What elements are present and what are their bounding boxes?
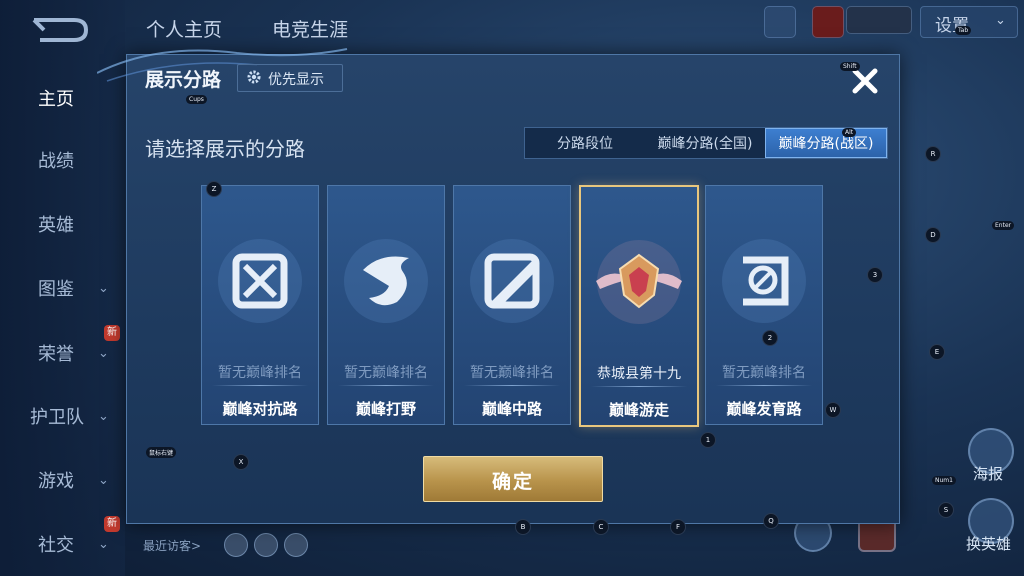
key-hint: R: [925, 146, 941, 162]
poster-label: 海报: [973, 465, 1004, 483]
rank-text: 暂无巅峰排名: [470, 365, 554, 381]
tab-peak-lane-region[interactable]: 巅峰分路(战区): [765, 128, 887, 158]
dragon-jungle-icon: [344, 239, 428, 323]
confirm-button[interactable]: 确定: [423, 456, 603, 502]
key-hint: Num1: [932, 476, 956, 485]
key-hint: Enter: [992, 221, 1015, 230]
chevron-down-icon: ⌄: [98, 536, 109, 552]
nav-item-heroes[interactable]: 英雄: [0, 204, 125, 244]
nav-label: 主页: [38, 89, 74, 110]
key-hint: D: [925, 227, 941, 243]
recent-visitors-link[interactable]: 最近访客>: [143, 537, 201, 554]
slash-mid-icon: [470, 239, 554, 323]
rank-text: 暂无巅峰排名: [722, 365, 806, 381]
key-hint: S: [938, 502, 954, 518]
divider: [338, 385, 434, 386]
lane-card-top[interactable]: 暂无巅峰排名 巅峰对抗路: [201, 185, 319, 425]
key-hint: 1: [700, 432, 716, 448]
nav-label: 社交: [38, 535, 74, 556]
key-hint: Cups: [186, 95, 207, 104]
sword-lane-icon: [218, 239, 302, 323]
priority-display-label: 优先显示: [268, 72, 324, 88]
vip-icon[interactable]: [812, 6, 844, 38]
lane-name: 巅峰中路: [481, 400, 542, 418]
key-hint: Alt: [842, 128, 857, 137]
priority-display-button[interactable]: 优先显示: [237, 64, 343, 92]
chevron-down-icon: ⌄: [98, 472, 109, 488]
nav-item-game[interactable]: 游戏 ⌄: [0, 460, 125, 500]
lane-name: 巅峰对抗路: [222, 400, 298, 418]
chevron-down-icon: ⌄: [995, 13, 1006, 28]
avatar[interactable]: [284, 533, 308, 557]
key-hint: E: [929, 344, 945, 360]
tab-profile[interactable]: 个人主页: [146, 15, 222, 42]
nav-item-guard-team[interactable]: 护卫队 ⌄: [0, 396, 125, 436]
gear-icon: [247, 70, 261, 84]
lane-name: 巅峰发育路: [726, 400, 802, 418]
key-hint: Q: [763, 513, 779, 529]
lane-card-jungle[interactable]: 暂无巅峰排名 巅峰打野: [327, 185, 445, 425]
key-hint: W: [825, 402, 841, 418]
profile-icon[interactable]: [764, 6, 796, 38]
change-hero-label: 换英雄: [966, 535, 1012, 553]
game-logo-icon: [32, 18, 89, 42]
lane-name: 巅峰打野: [355, 400, 416, 418]
nav-item-records[interactable]: 战绩: [0, 140, 125, 180]
key-hint: 鼠标右键: [146, 447, 177, 458]
tab-peak-lane-national[interactable]: 巅峰分路(全国): [645, 128, 765, 158]
chevron-down-icon: ⌄: [98, 345, 109, 361]
key-hint: Shift: [840, 62, 860, 71]
lane-name: 巅峰游走: [608, 401, 669, 419]
divider: [591, 386, 687, 387]
target-carry-icon: [722, 239, 806, 323]
nav-item-codex[interactable]: 图鉴 ⌄: [0, 268, 125, 308]
confirm-label: 确定: [491, 471, 534, 493]
lane-card-roam[interactable]: 恭城县第十九 巅峰游走: [579, 185, 699, 427]
chevron-down-icon: ⌄: [98, 280, 109, 296]
key-hint: Tab: [955, 26, 972, 35]
divider: [716, 385, 812, 386]
winged-rank-emblem-icon: [596, 240, 682, 324]
avatar[interactable]: [224, 533, 248, 557]
lane-card-carry[interactable]: 暂无巅峰排名 巅峰发育路: [705, 185, 823, 425]
new-badge: 新: [104, 516, 120, 532]
key-hint: C: [593, 519, 609, 535]
key-hint: F: [670, 519, 686, 535]
chevron-down-icon: ⌄: [98, 408, 109, 424]
nav-label: 战绩: [38, 151, 74, 172]
rank-text: 暂无巅峰排名: [218, 365, 302, 381]
lane-source-tabs: 分路段位 巅峰分路(全国) 巅峰分路(战区): [524, 127, 888, 159]
rank-text: 暂无巅峰排名: [344, 365, 428, 381]
nav-label: 护卫队: [30, 407, 84, 428]
tab-lane-rank[interactable]: 分路段位: [525, 128, 645, 158]
divider: [212, 385, 308, 386]
nav-label: 游戏: [38, 471, 74, 492]
lane-card-mid[interactable]: 暂无巅峰排名 巅峰中路: [453, 185, 571, 425]
divider: [464, 385, 560, 386]
key-hint: Z: [206, 181, 222, 197]
avatar[interactable]: [254, 533, 278, 557]
key-hint: X: [233, 454, 249, 470]
dialog-title: 展示分路: [145, 69, 222, 91]
tab-esports-career[interactable]: 电竞生涯: [272, 15, 348, 42]
rank-text: 恭城县第十九: [597, 366, 681, 382]
vip-info-panel[interactable]: [846, 6, 912, 34]
nav-label: 图鉴: [38, 279, 74, 300]
new-badge: 新: [104, 325, 120, 341]
nav-label: 英雄: [38, 215, 74, 236]
dialog-subtitle: 请选择展示的分路: [145, 137, 305, 161]
key-hint: 3: [867, 267, 883, 283]
key-hint: 2: [762, 330, 778, 346]
key-hint: B: [515, 519, 531, 535]
nav-label: 荣誉: [38, 344, 74, 365]
